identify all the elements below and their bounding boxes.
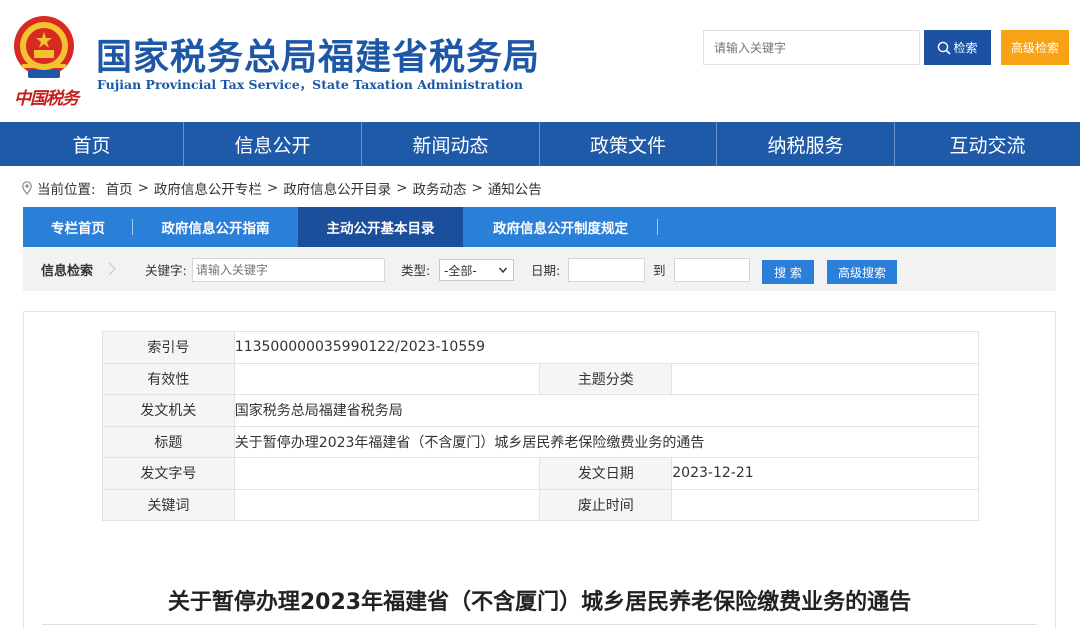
location-pin-icon bbox=[22, 181, 32, 195]
meta-keywords-label: 关键词 bbox=[102, 488, 235, 521]
site-header: 中国税务 国家税务总局福建省税务局 Fujian Provincial Tax … bbox=[0, 0, 1080, 122]
meta-title-value: 关于暂停办理2023年福建省（不含厦门）城乡居民养老保险缴费业务的通告 bbox=[233, 425, 980, 458]
chevron-right-icon bbox=[108, 262, 116, 276]
table-row: 标题 关于暂停办理2023年福建省（不含厦门）城乡居民养老保险缴费业务的通告 bbox=[102, 425, 980, 458]
brand-cursive-logo: 中国税务 bbox=[14, 89, 79, 109]
meta-docno-value bbox=[233, 457, 541, 490]
table-row: 发文字号 发文日期 2023-12-21 bbox=[102, 457, 979, 490]
meta-expiry-value bbox=[671, 488, 979, 521]
breadcrumb-link-affairs[interactable]: 政务动态 bbox=[413, 178, 467, 198]
breadcrumb-link-home[interactable]: 首页 bbox=[106, 178, 133, 198]
meta-title-label: 标题 bbox=[102, 425, 235, 458]
search-icon bbox=[938, 41, 952, 55]
date-to-label: 到 bbox=[653, 262, 666, 278]
breadcrumb-separator: > bbox=[266, 180, 279, 196]
meta-keywords-value bbox=[233, 488, 541, 521]
type-select-value: -全部- bbox=[444, 263, 477, 278]
meta-date-label: 发文日期 bbox=[539, 457, 673, 490]
national-emblem-icon bbox=[14, 16, 74, 78]
meta-expiry-label: 废止时间 bbox=[539, 488, 673, 521]
breadcrumb-link-notices[interactable]: 通知公告 bbox=[488, 178, 542, 198]
document-meta-table: 索引号 113500000035990122/2023-10559 有效性 主题… bbox=[102, 331, 980, 521]
meta-date-value: 2023-12-21 bbox=[671, 457, 979, 490]
sub-tab-column-home[interactable]: 专栏首页 bbox=[23, 207, 133, 247]
nav-item-policy[interactable]: 政策文件 bbox=[540, 122, 717, 166]
nav-item-info-disclosure[interactable]: 信息公开 bbox=[184, 122, 362, 166]
chevron-down-icon bbox=[498, 267, 508, 274]
keyword-label: 关键字: bbox=[145, 262, 187, 278]
meta-validity-value bbox=[233, 362, 541, 395]
site-title: 国家税务总局福建省税务局 bbox=[96, 37, 541, 78]
sub-nav: 专栏首页 政府信息公开指南 主动公开基本目录 政府信息公开制度规定 bbox=[23, 207, 1056, 247]
meta-docno-label: 发文字号 bbox=[102, 457, 235, 490]
meta-issuer-label: 发文机关 bbox=[102, 394, 235, 427]
nav-item-news[interactable]: 新闻动态 bbox=[362, 122, 540, 166]
top-search-input[interactable] bbox=[703, 30, 920, 65]
type-select[interactable]: -全部- bbox=[439, 259, 514, 281]
meta-issuer-value: 国家税务总局福建省税务局 bbox=[233, 394, 980, 427]
breadcrumb: 当前位置: 首页 > 政府信息公开专栏 > 政府信息公开目录 > 政务动态 > … bbox=[22, 178, 542, 198]
date-label: 日期: bbox=[531, 262, 561, 278]
article-content: 索引号 113500000035990122/2023-10559 有效性 主题… bbox=[23, 311, 1056, 629]
table-row: 有效性 主题分类 bbox=[102, 362, 979, 395]
type-label: 类型: bbox=[401, 262, 431, 278]
meta-validity-label: 有效性 bbox=[102, 362, 235, 395]
breadcrumb-separator: > bbox=[137, 180, 149, 196]
top-search-button-label: 检索 bbox=[953, 41, 978, 55]
top-advanced-search-button[interactable]: 高级检索 bbox=[1001, 30, 1069, 65]
info-search-label: 信息检索 bbox=[40, 263, 93, 279]
search-button[interactable]: 搜 索 bbox=[762, 260, 814, 284]
table-row: 关键词 废止时间 bbox=[102, 488, 979, 521]
breadcrumb-separator: > bbox=[471, 180, 483, 196]
table-row: 发文机关 国家税务总局福建省税务局 bbox=[102, 394, 980, 427]
nav-item-interaction[interactable]: 互动交流 bbox=[895, 122, 1080, 166]
article-divider bbox=[42, 624, 1037, 625]
date-start-input[interactable] bbox=[568, 258, 645, 282]
keyword-input[interactable] bbox=[192, 258, 385, 282]
nav-item-tax-service[interactable]: 纳税服务 bbox=[717, 122, 895, 166]
article-title: 关于暂停办理2023年福建省（不含厦门）城乡居民养老保险缴费业务的通告 bbox=[167, 590, 912, 615]
info-search-bar: 信息检索 关键字: 类型: -全部- 日期: 到 搜 索 高级搜索 bbox=[23, 247, 1056, 291]
advanced-search-button[interactable]: 高级搜索 bbox=[827, 260, 897, 284]
top-search-button[interactable]: 检索 bbox=[924, 30, 991, 65]
sub-tab-disclosure-guide[interactable]: 政府信息公开指南 bbox=[133, 207, 298, 247]
table-row: 索引号 113500000035990122/2023-10559 bbox=[102, 331, 980, 364]
main-nav: 首页 信息公开 新闻动态 政策文件 纳税服务 互动交流 bbox=[0, 122, 1080, 166]
meta-index-value: 113500000035990122/2023-10559 bbox=[233, 331, 980, 364]
meta-topic-value bbox=[671, 362, 979, 395]
breadcrumb-separator: > bbox=[396, 180, 408, 196]
breadcrumb-link-column[interactable]: 政府信息公开专栏 bbox=[154, 178, 262, 198]
breadcrumb-prefix: 当前位置: bbox=[37, 182, 96, 198]
date-end-input[interactable] bbox=[674, 258, 750, 282]
sub-tab-disclosure-rules[interactable]: 政府信息公开制度规定 bbox=[463, 207, 658, 247]
meta-index-label: 索引号 bbox=[102, 331, 235, 364]
nav-item-home[interactable]: 首页 bbox=[0, 122, 184, 166]
breadcrumb-link-catalog[interactable]: 政府信息公开目录 bbox=[283, 178, 391, 198]
sub-tab-basic-catalog[interactable]: 主动公开基本目录 bbox=[298, 207, 463, 247]
meta-topic-label: 主题分类 bbox=[539, 362, 673, 395]
site-subtitle: Fujian Provincial Tax Service，State Taxa… bbox=[97, 77, 523, 92]
